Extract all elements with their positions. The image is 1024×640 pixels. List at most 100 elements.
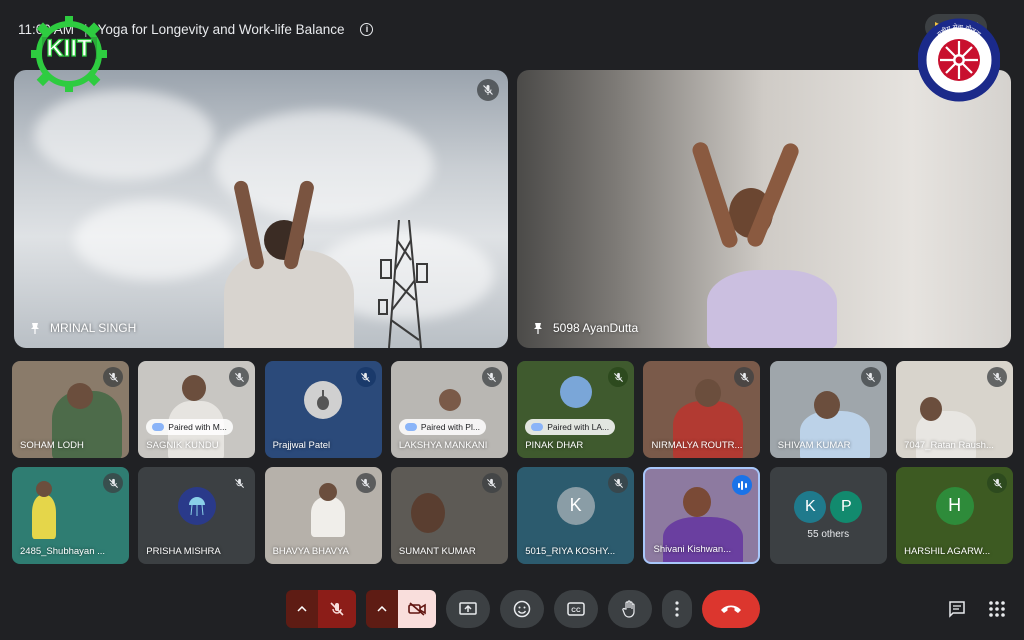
- paired-chip: Paired with M...: [146, 419, 233, 435]
- participant-name: BHAVYA BHAVYA: [272, 546, 349, 557]
- camera-toggle-button[interactable]: [398, 590, 436, 628]
- chat-button[interactable]: [948, 600, 966, 623]
- mic-off-icon: [481, 367, 502, 387]
- raise-hand-button[interactable]: [608, 590, 652, 628]
- participant-tile[interactable]: Paired with M... SAGNIK KUNDU: [138, 361, 256, 458]
- participant-tile[interactable]: SUMANT KUMAR: [390, 467, 508, 564]
- avatar: K: [794, 491, 827, 523]
- avatar: H: [935, 486, 974, 525]
- link-icon: [152, 423, 165, 431]
- participant-tile[interactable]: Paired with LA... PINAK DHAR: [517, 361, 635, 458]
- participant-tile[interactable]: 2485_Shubhayan ...: [12, 467, 129, 564]
- kiit-logo: KIIT: [31, 16, 107, 92]
- participant-name: LAKSHYA MANKANI: [398, 440, 488, 451]
- emoji-icon: [513, 600, 531, 618]
- mic-off-icon: [355, 367, 376, 387]
- mic-off-icon: [860, 367, 881, 387]
- camera-control: [366, 590, 436, 628]
- meeting-title: Yoga for Longevity and Work-life Balance: [97, 21, 345, 37]
- present-screen-button[interactable]: [446, 590, 490, 628]
- mic-off-icon: [330, 602, 344, 616]
- pin-icon: [534, 323, 542, 334]
- mic-off-icon: [477, 79, 499, 101]
- activities-button[interactable]: [988, 600, 1006, 623]
- participant-tile[interactable]: Prajjwal Patel: [264, 361, 382, 458]
- mic-off-icon: [229, 473, 250, 493]
- mic-options-button[interactable]: [286, 590, 318, 628]
- reactions-button[interactable]: [500, 590, 544, 628]
- more-options-button[interactable]: [662, 590, 692, 628]
- participant-tile[interactable]: K 5015_RIYA KOSHY...: [517, 467, 635, 564]
- participant-name: HARSHIL AGARW...: [904, 546, 991, 557]
- featured-tile-2[interactable]: 5098 AyanDutta: [517, 70, 1011, 348]
- mic-off-icon: [355, 473, 376, 493]
- others-avatars: K P: [794, 491, 863, 523]
- participant-tile[interactable]: Paired with Pl... LAKSHYA MANKANI: [390, 361, 508, 458]
- participant-tile[interactable]: SHIVAM KUMAR: [769, 361, 887, 458]
- participant-name: SOHAM LODH: [20, 440, 84, 451]
- mic-off-icon: [103, 367, 123, 387]
- participant-tile-speaking[interactable]: Shivani Kishwan...: [643, 467, 761, 564]
- mic-off-icon: [481, 473, 502, 493]
- avatar: [559, 376, 592, 409]
- speaking-icon: [732, 475, 753, 495]
- captions-button[interactable]: CC: [554, 590, 598, 628]
- participant-tile[interactable]: H HARSHIL AGARW...: [896, 467, 1014, 564]
- avatar: P: [830, 491, 863, 523]
- camera-options-button[interactable]: [366, 590, 398, 628]
- participant-name: Shivani Kishwan...: [653, 544, 732, 555]
- chevron-up-icon: [377, 606, 387, 612]
- kiit-logo-text: KIIT: [46, 35, 92, 62]
- participant-name: MRINAL SINGH: [50, 321, 137, 335]
- avatar: [304, 380, 343, 419]
- participant-name: 7047_Ratan Raush...: [904, 440, 994, 451]
- more-vert-icon: [675, 601, 679, 617]
- apps-grid-icon: [989, 601, 1005, 617]
- participant-tile[interactable]: NIRMALYA ROUTR...: [643, 361, 761, 458]
- avatar: K: [556, 486, 595, 525]
- svg-text:CC: CC: [571, 607, 581, 614]
- mic-toggle-button[interactable]: [318, 590, 356, 628]
- featured-name-2: 5098 AyanDutta: [533, 321, 638, 335]
- mic-off-icon: [987, 473, 1008, 493]
- avatar: [177, 486, 216, 525]
- participant-name: SUMANT KUMAR: [398, 546, 476, 557]
- captions-icon: CC: [567, 602, 585, 616]
- hand-icon: [622, 600, 635, 618]
- leave-call-button[interactable]: [702, 590, 760, 628]
- jellyfish-icon: [188, 496, 205, 516]
- mic-control: [286, 590, 356, 628]
- mic-off-icon: [608, 473, 629, 493]
- paired-chip: Paired with LA...: [525, 419, 616, 435]
- side-controls: [948, 600, 1006, 623]
- mic-off-icon: [734, 367, 755, 387]
- antenna-tower: [378, 220, 428, 348]
- mic-off-icon: [608, 367, 629, 387]
- mic-off-icon: [103, 473, 123, 493]
- camera-off-icon: [408, 602, 426, 616]
- featured-name-1: MRINAL SINGH: [30, 321, 136, 335]
- link-icon: [404, 423, 417, 431]
- participant-name: NIRMALYA ROUTR...: [651, 440, 743, 451]
- featured-tile-1[interactable]: MRINAL SINGH: [14, 70, 508, 348]
- call-controls: CC: [286, 590, 760, 628]
- participant-name: PRISHA MISHRA: [146, 546, 221, 557]
- mic-off-icon: [229, 367, 250, 387]
- chat-icon: [949, 601, 965, 618]
- others-count: 55 others: [807, 529, 850, 540]
- participant-tile[interactable]: BHAVYA BHAVYA: [264, 467, 382, 564]
- info-icon[interactable]: i: [360, 22, 374, 36]
- participant-name: SAGNIK KUNDU: [146, 440, 219, 451]
- participant-tile[interactable]: 7047_Ratan Raush...: [896, 361, 1014, 458]
- guitar-icon: [317, 389, 330, 410]
- participant-tile[interactable]: PRISHA MISHRA: [138, 467, 256, 564]
- participant-name: PINAK DHAR: [525, 440, 584, 451]
- mic-off-icon: [987, 367, 1008, 387]
- participant-name: SHIVAM KUMAR: [777, 440, 851, 451]
- end-call-icon: [721, 605, 741, 613]
- participant-name: 2485_Shubhayan ...: [20, 546, 106, 557]
- participant-tile[interactable]: SOHAM LODH: [12, 361, 129, 458]
- participant-grid: SOHAM LODH Paired with M... SAGNIK KUNDU…: [12, 361, 1014, 564]
- participant-name: Prajjwal Patel: [272, 440, 331, 451]
- others-tile[interactable]: K P 55 others: [769, 467, 887, 564]
